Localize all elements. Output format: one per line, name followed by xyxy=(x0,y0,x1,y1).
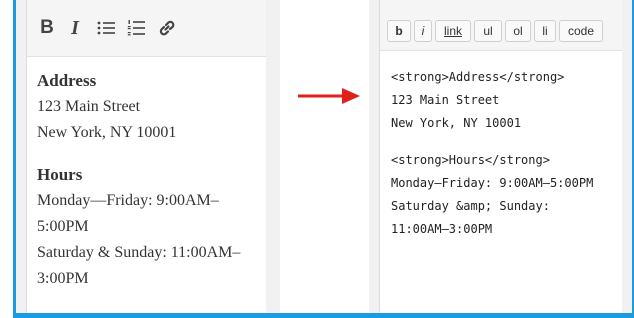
bold-button[interactable]: B xyxy=(39,16,55,40)
bulleted-list-icon xyxy=(97,21,115,35)
source-line: 11:00AM–3:00PM xyxy=(391,222,493,236)
qt-li-button[interactable]: li xyxy=(534,20,556,42)
city-line: New York, NY 10001 xyxy=(37,124,177,141)
frame-bottom-border xyxy=(13,313,634,318)
source-line: <strong>Address</strong> xyxy=(391,70,565,84)
right-edge-gutter xyxy=(622,0,632,313)
html-source-textarea[interactable]: <strong>Address</strong> 123 Main Street… xyxy=(391,66,619,241)
weekday-hours-line1: Monday—Friday: 9:00AM– xyxy=(37,192,219,209)
address-heading: Address xyxy=(37,71,97,90)
qt-ol-button[interactable]: ol xyxy=(505,20,531,42)
visual-editor: B I Address 123 Main Street New York, NY… xyxy=(26,0,267,313)
street-line: 123 Main Street xyxy=(37,98,141,115)
numbered-list-button[interactable] xyxy=(126,16,146,40)
hours-heading: Hours xyxy=(37,165,83,184)
qt-ul-button[interactable]: ul xyxy=(474,20,502,42)
right-arrow-icon xyxy=(298,88,360,104)
source-line: <strong>Hours</strong> xyxy=(391,153,550,167)
italic-button[interactable]: I xyxy=(67,16,83,40)
right-gutter xyxy=(369,0,379,313)
link-button[interactable] xyxy=(156,16,178,40)
weekday-hours-line2: 5:00PM xyxy=(37,218,89,235)
text-toolbar: b i link ul ol li code xyxy=(380,0,623,51)
qt-link-button[interactable]: link xyxy=(435,20,471,42)
visual-toolbar: B I xyxy=(27,0,266,57)
bulleted-list-button[interactable] xyxy=(96,16,116,40)
left-gutter xyxy=(16,0,26,313)
source-line: New York, NY 10001 xyxy=(391,116,522,130)
text-editor: b i link ul ol li code <strong>Address</… xyxy=(379,0,624,313)
qt-code-button[interactable]: code xyxy=(559,20,603,42)
middle-area xyxy=(280,0,369,313)
qt-bold-button[interactable]: b xyxy=(387,20,411,42)
qt-italic-button[interactable]: i xyxy=(414,20,432,42)
numbered-list-icon xyxy=(127,20,145,36)
weekend-hours-line1: Saturday & Sunday: 11:00AM– xyxy=(37,244,241,261)
weekend-hours-line2: 3:00PM xyxy=(37,270,89,287)
source-line: Saturday &amp; Sunday: xyxy=(391,199,550,213)
visual-content[interactable]: Address 123 Main Street New York, NY 100… xyxy=(37,68,262,292)
source-line: Monday–Friday: 9:00AM–5:00PM xyxy=(391,176,594,190)
editor-separator xyxy=(266,0,280,313)
source-line: 123 Main Street xyxy=(391,93,500,107)
link-icon xyxy=(159,20,175,36)
